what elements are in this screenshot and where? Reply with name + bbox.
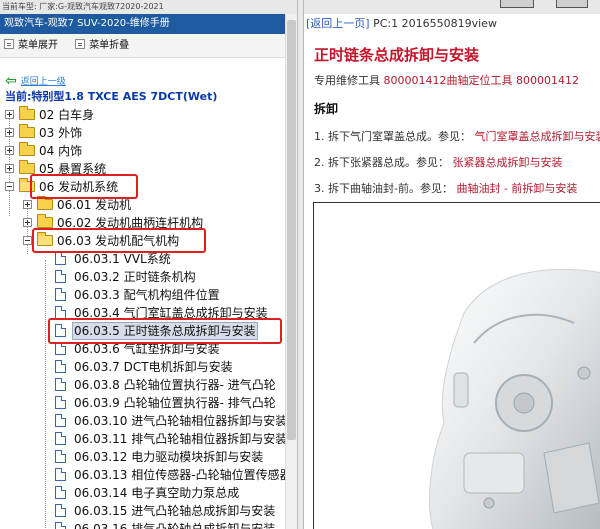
document-icon (55, 522, 66, 529)
tree-doc-06-03-2[interactable]: 06.03.2 正时链条机构 (0, 268, 285, 286)
document-icon (55, 378, 66, 391)
highlight-box (30, 174, 138, 199)
tree-doc-06-03-8[interactable]: 06.03.8 凸轮轴位置执行器- 进气凸轮 (0, 376, 285, 394)
folder-icon (37, 214, 53, 228)
toolbar-button-2[interactable] (556, 0, 588, 8)
panel-splitter[interactable] (297, 0, 304, 529)
pc-label: PC:1 (373, 17, 399, 30)
document-title: 正时链条总成拆卸与安装 (314, 46, 480, 64)
tree-toolbar: 菜单展开 菜单折叠 (0, 34, 297, 58)
document-icon (55, 252, 66, 265)
expand-icon[interactable] (5, 110, 14, 119)
tree-scrollbar[interactable] (285, 14, 297, 529)
toolbar-button-1[interactable] (500, 0, 534, 8)
section-heading: 拆卸 (314, 102, 339, 116)
step-3: 3. 拆下曲轴油封-前。参见： 曲轴油封 - 前拆卸与安装 (314, 182, 578, 195)
document-icon (55, 468, 66, 481)
expand-icon[interactable] (5, 128, 14, 137)
expand-menu-button[interactable]: 菜单展开 (4, 34, 58, 58)
document-icon (55, 396, 66, 409)
folder-icon (37, 196, 53, 210)
scrollbar-thumb[interactable] (287, 20, 296, 440)
engine-illustration (313, 202, 600, 529)
folder-icon (19, 124, 35, 138)
tree-item-03[interactable]: 03 外饰 (0, 124, 285, 142)
tree-item-04[interactable]: 04 内饰 (0, 142, 285, 160)
folder-icon (19, 106, 35, 120)
list-icon (4, 39, 14, 49)
view-id: 2016550819view (401, 17, 497, 30)
content-header: [返回上一页] PC:1 2016550819view (304, 14, 600, 34)
expand-icon[interactable] (5, 146, 14, 155)
document-icon (55, 504, 66, 517)
tree-doc-06-03-13[interactable]: 06.03.13 相位传感器-凸轮轴位置传感器 (0, 466, 285, 484)
tree-doc-06-03-16[interactable]: 06.03.16 排气凸轮轴总成拆卸与安装 (0, 520, 285, 529)
highlight-box (32, 228, 206, 253)
collapse-menu-button[interactable]: 菜单折叠 (75, 34, 129, 58)
expand-icon[interactable] (23, 218, 32, 227)
tool-link[interactable]: 800001412曲轴定位工具 800001412 (384, 74, 579, 87)
document-icon (55, 270, 66, 283)
tree-doc-06-03-14[interactable]: 06.03.14 电子真空助力泵总成 (0, 484, 285, 502)
document-icon (55, 486, 66, 499)
special-tools: 专用维修工具 800001412曲轴定位工具 800001412 (314, 74, 579, 87)
tree-item-02[interactable]: 02 白车身 (0, 106, 285, 124)
tree-doc-06-03-10[interactable]: 06.03.10 进气凸轮轴相位器拆卸与安装 (0, 412, 285, 430)
collapse-icon[interactable] (5, 182, 14, 191)
step-reference-link[interactable]: 气门室罩盖总成拆卸与安装 (475, 130, 600, 143)
step-reference-link[interactable]: 曲轴油封 - 前拆卸与安装 (456, 182, 577, 195)
document-icon (55, 360, 66, 373)
step-2: 2. 拆下张紧器总成。参见： 张紧器总成拆卸与安装 (314, 156, 563, 169)
tree-doc-06-03-12[interactable]: 06.03.12 电力驱动模块拆卸与安装 (0, 448, 285, 466)
navigation-panel: 观致汽车-观致7 SUV-2020-维修手册 菜单展开 菜单折叠 ⇦ 返回上一级 … (0, 14, 297, 529)
list-icon (75, 39, 86, 49)
folder-icon (19, 160, 35, 174)
folder-icon (19, 142, 35, 156)
manual-title: 观致汽车-观致7 SUV-2020-维修手册 (0, 14, 297, 34)
expand-icon[interactable] (23, 200, 32, 209)
back-page-link[interactable]: [返回上一页] (306, 17, 370, 30)
tree-doc-06-03-3[interactable]: 06.03.3 配气机构组件位置 (0, 286, 285, 304)
document-icon (55, 432, 66, 445)
expand-icon[interactable] (5, 164, 14, 173)
engine-drawing (429, 268, 600, 529)
document-icon (55, 450, 66, 463)
tree-doc-06-03-9[interactable]: 06.03.9 凸轮轴位置执行器- 排气凸轮 (0, 394, 285, 412)
collapse-icon[interactable] (23, 236, 32, 245)
current-model: 当前:特别型1.8 TXCE AES 7DCT(Wet) (5, 90, 218, 103)
tree-doc-06-03-11[interactable]: 06.03.11 排气凸轮轴相位器拆卸与安装 (0, 430, 285, 448)
vehicle-info: 当前车型: 厂家:G-观致汽车观致72020-2021 (2, 2, 164, 11)
tree-doc-06-03-7[interactable]: 06.03.7 DCT电机拆卸与安装 (0, 358, 285, 376)
highlight-box (48, 318, 282, 344)
step-1: 1. 拆下气门室罩盖总成。参见： 气门室罩盖总成拆卸与安装 (314, 128, 600, 144)
chapter-tree: ⇦ 返回上一级 当前:特别型1.8 TXCE AES 7DCT(Wet) 02 白… (0, 70, 285, 529)
content-panel: [返回上一页] PC:1 2016550819view 正时链条总成拆卸与安装 … (304, 14, 600, 529)
tree-doc-06-03-15[interactable]: 06.03.15 进气凸轮轴总成拆卸与安装 (0, 502, 285, 520)
step-reference-link[interactable]: 张紧器总成拆卸与安装 (453, 156, 563, 169)
document-icon (55, 288, 66, 301)
document-icon (55, 414, 66, 427)
